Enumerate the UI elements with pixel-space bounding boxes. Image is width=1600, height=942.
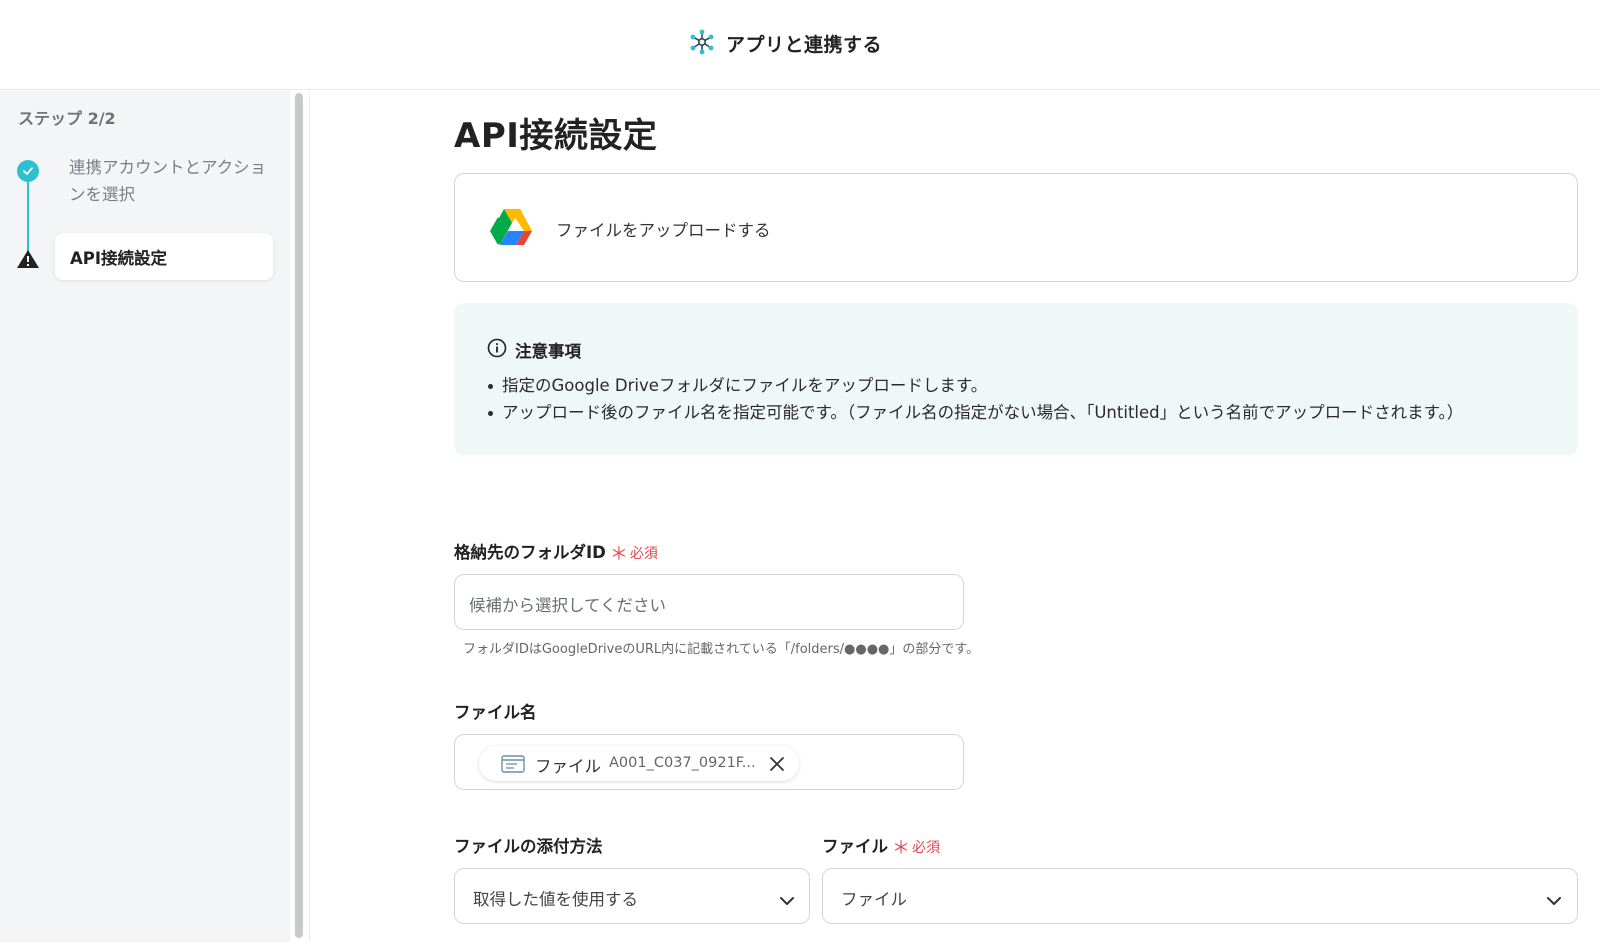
sidebar-step-api-settings[interactable]: API接続設定 <box>55 233 273 280</box>
notice-header: 注意事項 <box>487 338 581 362</box>
required-badge: ＊必須 <box>892 838 940 859</box>
header-title-group: アプリと連携する <box>688 28 882 60</box>
warning-triangle-icon <box>16 249 40 273</box>
step-count: ステップ 2/2 <box>18 109 116 128</box>
chevron-down-icon <box>780 891 794 910</box>
required-text: 必須 <box>629 546 658 562</box>
header-title: アプリと連携する <box>725 34 882 56</box>
file-select-value: ファイル <box>841 890 907 909</box>
network-hub-icon <box>688 28 716 60</box>
info-icon <box>487 338 507 362</box>
notice-box: 注意事項 指定のGoogle Driveフォルダにファイルをアップロードします。… <box>454 303 1578 455</box>
top-bar: アプリと連携する <box>0 0 1600 90</box>
folder-id-placeholder: 候補から選択してください <box>469 596 667 615</box>
folder-id-label: 格納先のフォルダID ＊必須 <box>454 539 658 566</box>
steps-sidebar: ステップ 2/2 <box>0 91 296 942</box>
file-name-input[interactable]: ファイル A001_C037_0921F... <box>454 734 964 790</box>
notice-list: 指定のGoogle Driveフォルダにファイルをアップロードします。 アップロ… <box>486 372 1463 426</box>
close-icon[interactable] <box>769 756 785 776</box>
sidebar-scrollbar[interactable] <box>290 91 310 942</box>
page-title: API接続設定 <box>454 116 658 156</box>
check-circle-icon <box>17 160 39 182</box>
required-asterisk: ＊ <box>609 544 628 565</box>
file-label-text: ファイル <box>822 837 888 856</box>
chip-type-label: ファイル <box>535 757 601 776</box>
sidebar-step-label: API接続設定 <box>70 249 168 268</box>
sidebar-step-select-action[interactable]: 連携アカウントとアクションを選択 <box>69 154 269 208</box>
action-label: ファイルをアップロードする <box>556 221 771 240</box>
file-name-chip[interactable]: ファイル A001_C037_0921F... <box>479 746 799 781</box>
chevron-down-icon <box>1547 891 1561 910</box>
required-asterisk: ＊ <box>892 838 910 859</box>
file-select[interactable]: ファイル <box>822 868 1578 924</box>
google-drive-logo <box>490 207 534 251</box>
required-badge: ＊必須 <box>609 544 658 565</box>
attach-method-value: 取得した値を使用する <box>473 890 638 909</box>
folder-id-label-text: 格納先のフォルダID <box>454 543 606 562</box>
notice-title: 注意事項 <box>515 342 581 361</box>
file-label: ファイル＊必須 <box>822 833 940 860</box>
document-list-icon <box>501 755 525 777</box>
attach-method-select[interactable]: 取得した値を使用する <box>454 868 810 924</box>
folder-id-input[interactable]: 候補から選択してください <box>454 574 964 630</box>
action-card: ファイルをアップロードする <box>454 173 1578 282</box>
scrollbar-thumb[interactable] <box>295 93 303 938</box>
notice-item: 指定のGoogle Driveフォルダにファイルをアップロードします。 <box>486 372 1463 399</box>
notice-item: アップロード後のファイル名を指定可能です。（ファイル名の指定がない場合、「Unt… <box>486 399 1463 426</box>
attach-method-label: ファイルの添付方法 <box>454 837 603 856</box>
file-name-label: ファイル名 <box>454 703 537 722</box>
step-connector-line <box>27 180 29 258</box>
chip-value: A001_C037_0921F... <box>609 755 756 771</box>
required-text: 必須 <box>912 840 940 856</box>
folder-id-hint: フォルダIDはGoogleDriveのURL内に記載されている「/folders… <box>463 642 980 657</box>
